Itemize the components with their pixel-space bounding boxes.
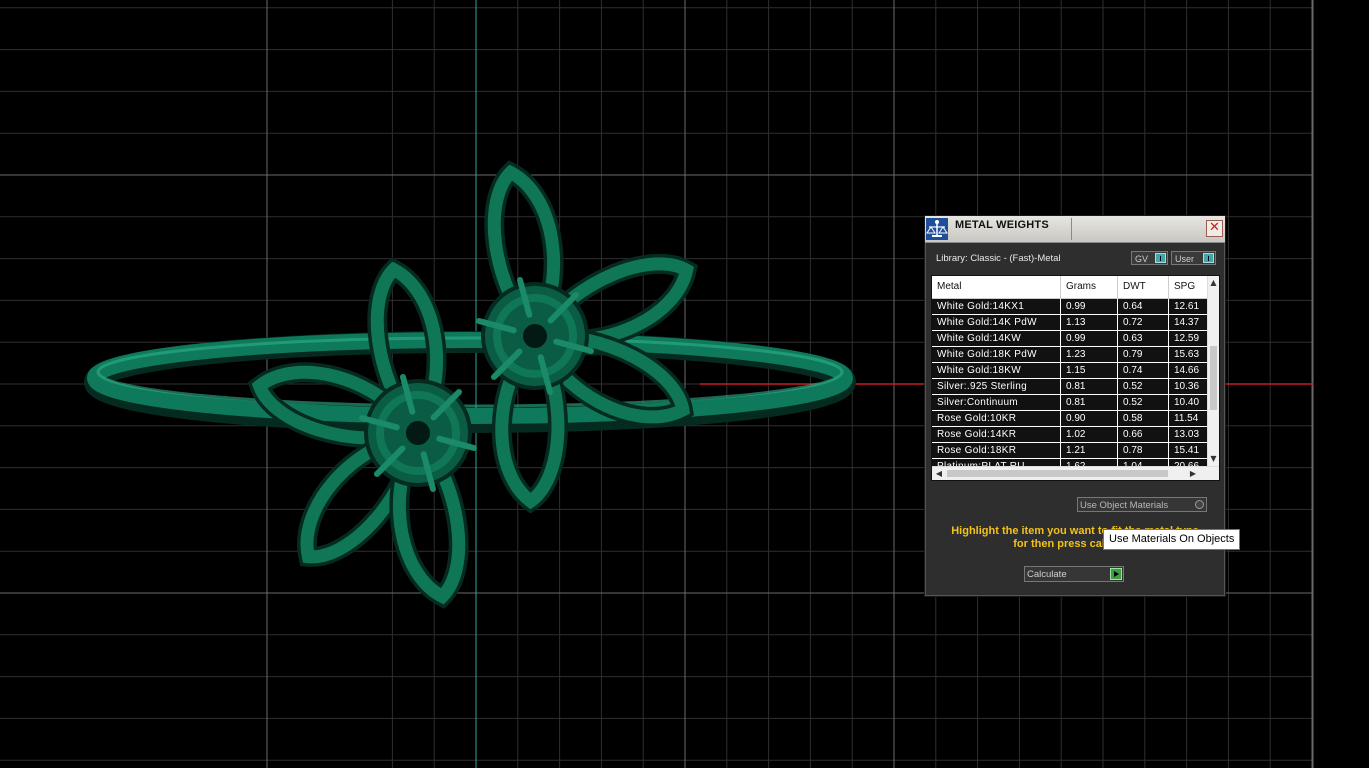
cell-dwt: 0.78 — [1118, 443, 1169, 458]
cell-spg: 15.63 — [1174, 349, 1200, 360]
table-row[interactable]: White Gold:14KX1 0.99 0.64 12.61 — [932, 299, 1208, 315]
scale-icon — [926, 218, 948, 240]
cell-spg: 10.40 — [1174, 397, 1200, 408]
cell-metal: Silver:Continuum — [932, 395, 1061, 410]
cell-spg: 12.59 — [1174, 333, 1200, 344]
vertical-scroll-thumb[interactable] — [1210, 346, 1217, 410]
table-row[interactable]: Rose Gold:10KR 0.90 0.58 11.54 — [932, 411, 1208, 427]
toggle-switch-icon — [1155, 253, 1166, 263]
cell-grams: 1.21 — [1061, 443, 1118, 458]
cell-grams: 1.23 — [1061, 347, 1118, 362]
cell-grams: 0.99 — [1061, 299, 1118, 314]
cell-grams: 1.15 — [1061, 363, 1118, 378]
cell-grams: 0.81 — [1061, 379, 1118, 394]
calculate-button[interactable]: Calculate — [1024, 566, 1124, 582]
cell-metal: Rose Gold:18KR — [932, 443, 1061, 458]
cell-grams: 0.99 — [1061, 331, 1118, 346]
cell-metal: White Gold:18K PdW — [932, 347, 1061, 362]
radio-icon — [1195, 500, 1204, 509]
close-button[interactable]: ✕ — [1206, 220, 1223, 237]
use-object-materials-label: Use Object Materials — [1080, 500, 1169, 511]
column-header-spg[interactable]: SPG — [1169, 276, 1208, 298]
cell-metal: Rose Gold:10KR — [932, 411, 1061, 426]
cell-grams: 1.02 — [1061, 427, 1118, 442]
scroll-down-icon[interactable]: ▼ — [1208, 453, 1219, 465]
cell-dwt: 0.52 — [1118, 379, 1169, 394]
cell-spg: 13.03 — [1174, 429, 1200, 440]
metal-weights-table[interactable]: Metal Grams DWT SPG White Gold:14KX1 0.99… — [931, 275, 1220, 481]
cell-dwt: 0.66 — [1118, 427, 1169, 442]
table-row[interactable]: Silver:.925 Sterling 0.81 0.52 10.36 — [932, 379, 1208, 395]
table-row[interactable]: White Gold:18K PdW 1.23 0.79 15.63 — [932, 347, 1208, 363]
scroll-right-icon[interactable]: ▶ — [1187, 467, 1199, 480]
cell-metal: White Gold:14KX1 — [932, 299, 1061, 314]
cell-dwt: 0.79 — [1118, 347, 1169, 362]
cell-metal: White Gold:18KW — [932, 363, 1061, 378]
table-row[interactable]: Silver:Continuum 0.81 0.52 10.40 — [932, 395, 1208, 411]
table-row[interactable]: Rose Gold:18KR 1.21 0.78 15.41 — [932, 443, 1208, 459]
cell-metal: Rose Gold:14KR — [932, 427, 1061, 442]
user-toggle[interactable]: User — [1171, 251, 1216, 265]
horizontal-scroll-thumb[interactable] — [947, 470, 1168, 477]
use-object-materials-button[interactable]: Use Object Materials — [1077, 497, 1207, 512]
cell-spg: 10.36 — [1174, 381, 1200, 392]
cell-spg: 14.37 — [1174, 317, 1200, 328]
gv-toggle[interactable]: GV — [1131, 251, 1168, 265]
cell-dwt: 0.64 — [1118, 299, 1169, 314]
horizontal-scrollbar[interactable]: ◀ ▶ — [932, 466, 1219, 480]
table-row[interactable]: White Gold:14K PdW 1.13 0.72 14.37 — [932, 315, 1208, 331]
table-body: White Gold:14KX1 0.99 0.64 12.61 White Gold:… — [932, 299, 1208, 475]
close-icon: ✕ — [1209, 220, 1220, 235]
toggle-switch-icon — [1203, 253, 1214, 263]
cell-dwt: 0.72 — [1118, 315, 1169, 330]
scroll-up-icon[interactable]: ▲ — [1208, 277, 1219, 289]
table-header: Metal Grams DWT SPG — [932, 276, 1208, 299]
cell-spg: 15.41 — [1174, 445, 1200, 456]
user-toggle-label: User — [1175, 254, 1195, 264]
play-icon — [1110, 568, 1122, 580]
cell-grams: 0.90 — [1061, 411, 1118, 426]
panel-title: METAL WEIGHTS — [955, 219, 1049, 231]
cell-metal: White Gold:14KW — [932, 331, 1061, 346]
tooltip: Use Materials On Objects — [1103, 529, 1241, 550]
vertical-scrollbar[interactable]: ▲ ▼ — [1207, 276, 1219, 466]
panel-title-bar[interactable]: METAL WEIGHTS ✕ — [925, 216, 1225, 243]
cell-spg: 14.66 — [1174, 365, 1200, 376]
cell-spg: 12.61 — [1174, 301, 1200, 312]
cell-metal: White Gold:14K PdW — [932, 315, 1061, 330]
cell-grams: 0.81 — [1061, 395, 1118, 410]
cell-dwt: 0.74 — [1118, 363, 1169, 378]
column-header-metal[interactable]: Metal — [932, 276, 1061, 298]
cell-metal: Silver:.925 Sterling — [932, 379, 1061, 394]
title-divider — [1071, 218, 1072, 240]
gv-toggle-label: GV — [1135, 254, 1149, 264]
cell-spg: 11.54 — [1174, 413, 1199, 424]
cell-dwt: 0.58 — [1118, 411, 1169, 426]
calculate-label: Calculate — [1027, 569, 1067, 580]
cell-dwt: 0.52 — [1118, 395, 1169, 410]
library-label: Library: Classic - (Fast)-Metal — [936, 253, 1061, 264]
column-header-grams[interactable]: Grams — [1061, 276, 1118, 298]
table-row[interactable]: White Gold:18KW 1.15 0.74 14.66 — [932, 363, 1208, 379]
table-row[interactable]: White Gold:14KW 0.99 0.63 12.59 — [932, 331, 1208, 347]
column-header-dwt[interactable]: DWT — [1118, 276, 1169, 298]
table-row[interactable]: Rose Gold:14KR 1.02 0.66 13.03 — [932, 427, 1208, 443]
scroll-left-icon[interactable]: ◀ — [933, 467, 945, 480]
cell-dwt: 0.63 — [1118, 331, 1169, 346]
cell-grams: 1.13 — [1061, 315, 1118, 330]
